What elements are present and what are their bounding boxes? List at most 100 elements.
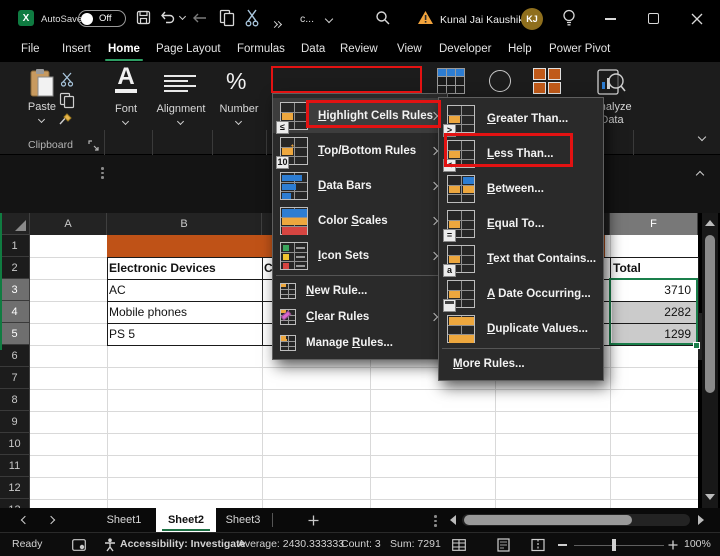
font-group-chevron-icon[interactable] <box>122 118 129 125</box>
font-icon[interactable]: A <box>114 66 138 93</box>
format-as-table-icon[interactable] <box>437 68 465 94</box>
menu-item-data-bars[interactable]: Data Bars <box>273 168 447 203</box>
row-header-11[interactable]: 11 <box>0 455 30 477</box>
accessibility-status[interactable]: Accessibility: Investigate <box>120 538 245 550</box>
row-header-10[interactable]: 10 <box>0 433 30 455</box>
vertical-scrollbar-thumb[interactable] <box>705 235 715 393</box>
menu-tab-power-pivot[interactable]: Power Pivot <box>549 43 610 55</box>
cell-b5[interactable]: PS 5 <box>109 323 259 345</box>
vscroll-up-arrow[interactable] <box>705 220 715 226</box>
menu-item-clear-rules[interactable]: Clear Rules <box>273 304 447 330</box>
column-header-f[interactable]: F <box>610 213 698 235</box>
row-header-8[interactable]: 8 <box>0 389 30 411</box>
selection-fill-handle[interactable] <box>693 342 700 349</box>
qat-overflow-icon[interactable] <box>272 14 281 32</box>
doc-title-dropdown-icon[interactable] <box>325 15 333 23</box>
cell-b2[interactable]: Electronic Devices <box>109 257 259 279</box>
close-button[interactable] <box>691 13 703 25</box>
horizontal-scrollbar-track[interactable] <box>462 514 690 526</box>
back-arrow-icon[interactable] <box>192 12 208 24</box>
clipboard-dialog-launcher-icon[interactable] <box>88 140 99 151</box>
cut-icon[interactable] <box>245 9 260 27</box>
hscroll-right-arrow[interactable] <box>698 515 704 525</box>
column-header-a[interactable]: A <box>30 213 107 235</box>
row-header-7[interactable]: 7 <box>0 367 30 389</box>
collapse-ribbon-icon[interactable] <box>698 133 706 141</box>
autosave-toggle[interactable]: Off <box>78 10 126 27</box>
tabs-overflow-dots[interactable] <box>434 513 437 529</box>
row-header-9[interactable]: 9 <box>0 411 30 433</box>
menu-item-top-bottom-rules[interactable]: ↑10Top/Bottom Rules <box>273 133 447 168</box>
row-header-12[interactable]: 12 <box>0 477 30 499</box>
menu-item-equal-to[interactable]: =Equal To... <box>439 206 603 241</box>
menu-item-text-that-contains[interactable]: aText that Contains... <box>439 241 603 276</box>
row-header-1[interactable]: 1 <box>0 235 30 257</box>
ideas-lightbulb-icon[interactable] <box>562 9 576 28</box>
cell-c2[interactable]: C <box>264 257 272 279</box>
select-all-corner[interactable] <box>0 213 30 235</box>
vscroll-down-arrow[interactable] <box>705 494 715 500</box>
column-header-b[interactable]: B <box>107 213 262 235</box>
row-header-2[interactable]: 2 <box>0 257 30 279</box>
number-group-button[interactable]: Number <box>214 103 264 115</box>
cell-f2[interactable]: Total <box>613 257 693 279</box>
warning-icon[interactable] <box>417 10 434 25</box>
menu-tab-developer[interactable]: Developer <box>439 43 491 55</box>
paste-icon[interactable] <box>29 68 55 98</box>
ribbon-cut-icon[interactable] <box>60 72 74 87</box>
alignment-group-chevron-icon[interactable] <box>177 118 184 125</box>
row-header-6[interactable]: 6 <box>0 345 30 367</box>
menu-tab-help[interactable]: Help <box>508 43 532 55</box>
alignment-icon[interactable] <box>164 72 196 95</box>
number-format-icon[interactable]: % <box>226 68 246 95</box>
menu-item-manage-rules[interactable]: Manage Rules... <box>273 330 447 356</box>
format-painter-icon[interactable] <box>58 112 76 128</box>
save-icon[interactable] <box>136 10 151 25</box>
menu-tab-formulas[interactable]: Formulas <box>237 43 285 55</box>
row-header-5[interactable]: 5 <box>0 323 30 345</box>
menu-tab-review[interactable]: Review <box>340 43 378 55</box>
menu-item-a-date-occurring[interactable]: A Date Occurring... <box>439 276 603 311</box>
expand-formula-bar-icon[interactable] <box>696 171 704 179</box>
user-name[interactable]: Kunal Jai Kaushik <box>440 14 523 26</box>
menu-item-color-scales[interactable]: Color Scales <box>273 203 447 238</box>
zoom-slider-thumb[interactable] <box>612 539 616 551</box>
menu-item-duplicate-values[interactable]: Duplicate Values... <box>439 311 603 346</box>
menu-tab-data[interactable]: Data <box>301 43 325 55</box>
menu-item-greater-than[interactable]: >Greater Than... <box>439 101 603 136</box>
hscroll-left-arrow[interactable] <box>450 515 456 525</box>
menu-tab-file[interactable]: File <box>21 43 40 55</box>
zoom-slider-track[interactable] <box>574 545 664 547</box>
tab-scroll-right-icon[interactable] <box>47 516 55 524</box>
sheet-tab-sheet2[interactable]: Sheet2 <box>156 508 216 532</box>
menu-tab-view[interactable]: View <box>397 43 422 55</box>
menu-tab-page-layout[interactable]: Page Layout <box>156 43 221 55</box>
document-title[interactable]: c... <box>300 13 314 25</box>
menu-tab-insert[interactable]: Insert <box>62 43 91 55</box>
tab-scroll-left-icon[interactable] <box>21 516 29 524</box>
row-header-4[interactable]: 4 <box>0 301 30 323</box>
cell-b4[interactable]: Mobile phones <box>109 301 259 323</box>
paste-dropdown-icon[interactable] <box>38 116 45 123</box>
ribbon-copy-icon[interactable] <box>59 92 75 109</box>
cell-styles-icon[interactable] <box>533 68 561 94</box>
undo-icon[interactable] <box>160 10 176 25</box>
menu-item-between[interactable]: Between... <box>439 171 603 206</box>
normal-view-icon[interactable] <box>452 539 466 551</box>
alignment-group-button[interactable]: Alignment <box>156 103 206 115</box>
row-header-3[interactable]: 3 <box>0 279 30 301</box>
minimize-button[interactable] <box>605 18 616 20</box>
zoom-in-button[interactable] <box>668 540 678 550</box>
maximize-button[interactable] <box>648 13 659 24</box>
shape-circle-icon[interactable] <box>489 70 511 92</box>
search-icon[interactable] <box>375 10 391 26</box>
font-group-button[interactable]: Font <box>106 103 146 115</box>
zoom-level[interactable]: 100% <box>684 538 711 550</box>
horizontal-scrollbar-thumb[interactable] <box>464 515 632 525</box>
sheet-tab-sheet3[interactable]: Sheet3 <box>218 508 268 532</box>
avatar[interactable]: KJ <box>521 8 543 30</box>
accessibility-icon[interactable] <box>104 538 116 552</box>
zoom-out-button[interactable] <box>558 544 567 546</box>
copy-icon[interactable] <box>219 9 236 27</box>
page-layout-view-icon[interactable] <box>497 538 510 552</box>
